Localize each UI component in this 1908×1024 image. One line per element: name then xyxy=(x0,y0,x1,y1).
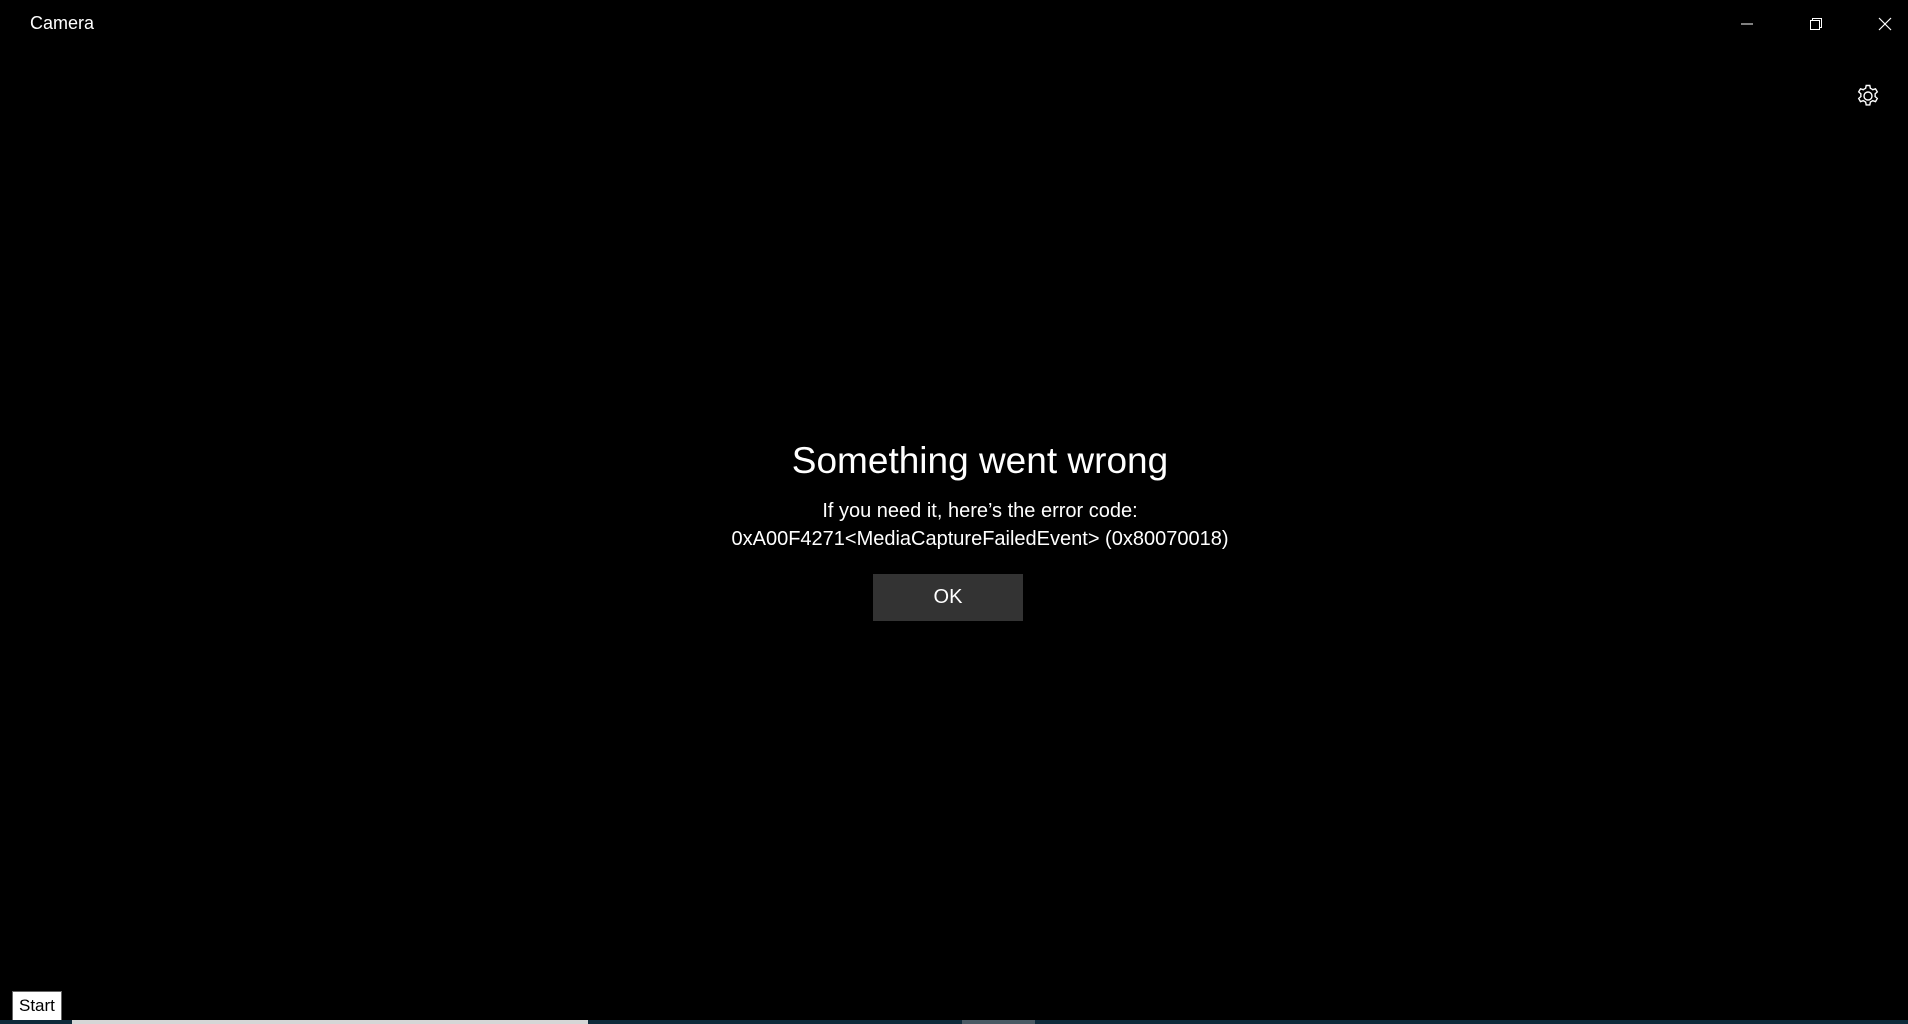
close-button[interactable] xyxy=(1850,0,1908,48)
restore-button[interactable] xyxy=(1781,0,1850,48)
gear-icon xyxy=(1857,84,1879,106)
close-icon xyxy=(1878,17,1891,31)
ok-button[interactable]: OK xyxy=(873,574,1023,621)
taskbar-segment xyxy=(962,1020,1035,1024)
error-message-line1: If you need it, here’s the error code: xyxy=(822,500,1138,522)
camera-window: Camera Something went wrong If you need … xyxy=(0,0,1908,1024)
restore-icon xyxy=(1809,18,1822,30)
error-code: 0xA00F4271<MediaCaptureFailedEvent> (0x8… xyxy=(731,528,1229,550)
taskbar-highlight xyxy=(72,1020,588,1024)
title-bar[interactable]: Camera xyxy=(0,0,1908,48)
minimize-button[interactable] xyxy=(1712,0,1781,48)
settings-button[interactable] xyxy=(1852,80,1884,112)
app-title: Camera xyxy=(30,13,95,33)
error-title: Something went wrong xyxy=(791,440,1169,481)
error-dialog: Something went wrong If you need it, her… xyxy=(0,435,1908,553)
start-button[interactable]: Start xyxy=(12,991,62,1021)
error-message: If you need it, here’s the error code: 0… xyxy=(0,497,1908,553)
minimize-icon xyxy=(1740,23,1753,25)
